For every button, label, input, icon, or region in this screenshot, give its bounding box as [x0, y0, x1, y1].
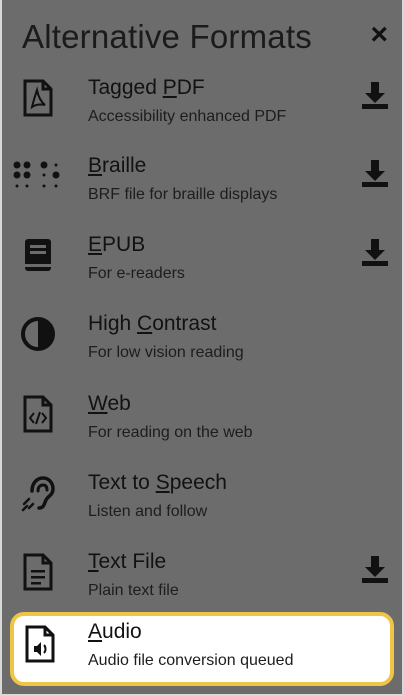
format-item-tagged-pdf[interactable]: Tagged PDF Accessibility enhanced PDF	[2, 72, 402, 150]
format-name: Tagged PDF	[88, 76, 205, 99]
format-description: For low vision reading	[88, 344, 244, 361]
format-name: Web	[88, 392, 131, 415]
format-item-epub[interactable]: EPUB For e-readers	[2, 229, 402, 307]
contrast-icon	[20, 314, 56, 354]
pdf-file-icon	[20, 78, 56, 118]
format-status: Audio file conversion queued	[88, 652, 294, 669]
format-description: For reading on the web	[88, 424, 253, 441]
hearing-icon	[20, 473, 56, 513]
format-description: Listen and follow	[88, 503, 208, 520]
format-name: EPUB	[88, 233, 146, 256]
format-name: Text to Speech	[88, 471, 227, 494]
alternative-formats-panel: Alternative Formats × Tagged PDF Accessi…	[0, 0, 404, 696]
format-item-web[interactable]: Web For reading on the web	[2, 388, 402, 466]
download-icon[interactable]	[360, 80, 390, 110]
format-name: Braille	[88, 154, 147, 177]
format-item-high-contrast[interactable]: High Contrast For low vision reading	[2, 308, 402, 386]
book-icon	[20, 235, 56, 275]
download-icon[interactable]	[360, 237, 390, 267]
panel-header: Alternative Formats ×	[2, 0, 402, 62]
format-description: Accessibility enhanced PDF	[88, 108, 287, 125]
format-name: High Contrast	[88, 312, 217, 335]
download-icon[interactable]	[360, 158, 390, 188]
panel-title: Alternative Formats	[22, 18, 312, 55]
format-name: Audio	[88, 620, 142, 643]
format-description: For e-readers	[88, 265, 185, 282]
audio-file-icon	[22, 624, 58, 664]
text-file-icon	[20, 552, 56, 592]
code-file-icon	[20, 394, 56, 434]
download-icon[interactable]	[360, 554, 390, 584]
format-description: BRF file for braille displays	[88, 186, 278, 203]
format-item-braille[interactable]: Braille BRF file for braille displays	[2, 150, 402, 228]
close-icon[interactable]: ×	[370, 20, 388, 50]
format-description: Plain text file	[88, 582, 179, 599]
format-item-text-to-speech[interactable]: Text to Speech Listen and follow	[2, 467, 402, 545]
braille-icon	[12, 156, 62, 196]
format-item-audio[interactable]: Audio Audio file conversion queued	[10, 612, 394, 686]
format-name: Text File	[88, 550, 167, 573]
